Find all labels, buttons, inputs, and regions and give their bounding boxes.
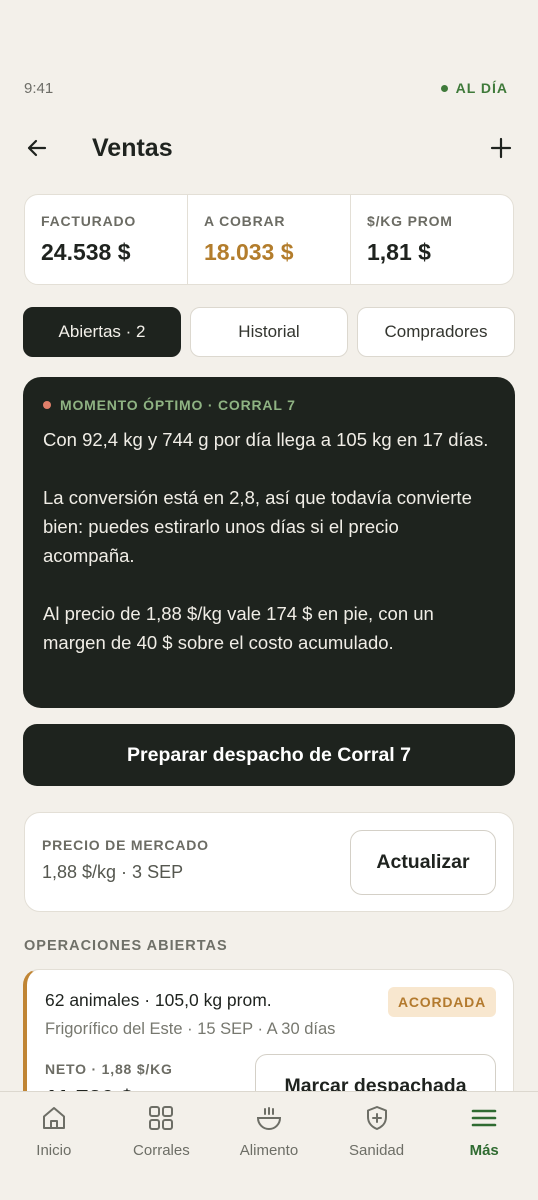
page-title: Ventas bbox=[92, 133, 173, 162]
market-price-card: PRECIO DE MERCADO 1,88 $/kg · 3 SEP Actu… bbox=[24, 812, 514, 912]
arrow-left-icon bbox=[27, 139, 47, 157]
status-bar: 9:41 AL DÍA bbox=[24, 78, 508, 98]
insight-tag: MOMENTO ÓPTIMO · CORRAL 7 bbox=[43, 397, 495, 413]
sync-label: AL DÍA bbox=[455, 80, 508, 96]
nav-alimento[interactable]: Alimento bbox=[215, 1092, 323, 1200]
insight-paragraph: Al precio de 1,88 $/kg vale 174 $ en pie… bbox=[43, 603, 434, 653]
optimal-moment-card: MOMENTO ÓPTIMO · CORRAL 7 Con 92,4 kg y … bbox=[23, 377, 515, 708]
insight-paragraph: Con 92,4 kg y 744 g por día llega a 105 … bbox=[43, 429, 489, 450]
stat-a-cobrar: A COBRAR 18.033 $ bbox=[188, 195, 351, 284]
nav-label: Alimento bbox=[239, 1142, 299, 1159]
grid-icon bbox=[149, 1106, 174, 1130]
nav-label: Más bbox=[469, 1142, 499, 1159]
insight-tag-label: MOMENTO ÓPTIMO · CORRAL 7 bbox=[60, 397, 296, 413]
stat-label: $/KG PROM bbox=[367, 213, 453, 229]
nav-corrales[interactable]: Corrales bbox=[108, 1092, 216, 1200]
operation-subtitle: Frigorífico del Este · 15 SEP · A 30 día… bbox=[45, 1020, 336, 1038]
nav-mas[interactable]: Más bbox=[430, 1092, 538, 1200]
add-sale-button[interactable] bbox=[488, 135, 514, 161]
sync-status: AL DÍA bbox=[440, 80, 508, 96]
nav-sanidad[interactable]: Sanidad bbox=[323, 1092, 431, 1200]
stat-label: A COBRAR bbox=[204, 213, 286, 229]
alert-dot-icon bbox=[43, 401, 51, 409]
nav-label: Sanidad bbox=[349, 1142, 405, 1159]
back-button[interactable] bbox=[24, 135, 50, 161]
stat-value: 24.538 $ bbox=[41, 239, 131, 265]
sales-tabs: Abiertas · 2 Historial Compradores bbox=[23, 307, 515, 357]
tab-historial[interactable]: Historial bbox=[190, 307, 348, 357]
stat-facturado: FACTURADO 24.538 $ bbox=[25, 195, 188, 284]
menu-icon bbox=[471, 1109, 497, 1127]
status-time: 9:41 bbox=[24, 79, 54, 97]
tab-abiertas[interactable]: Abiertas · 2 bbox=[23, 307, 181, 357]
prepare-dispatch-button[interactable]: Preparar despacho de Corral 7 bbox=[23, 724, 515, 786]
plus-icon bbox=[490, 137, 512, 159]
stat-label: FACTURADO bbox=[41, 213, 137, 229]
stat-kg-prom: $/KG PROM 1,81 $ bbox=[351, 195, 513, 284]
nav-inicio[interactable]: Inicio bbox=[0, 1092, 108, 1200]
shield-plus-icon bbox=[366, 1106, 387, 1130]
page-header: Ventas bbox=[24, 128, 514, 168]
update-price-button[interactable]: Actualizar bbox=[350, 830, 496, 895]
tab-compradores[interactable]: Compradores bbox=[357, 307, 515, 357]
feed-bowl-icon bbox=[256, 1107, 281, 1130]
bottom-navigation: Inicio Corrales Alimento Sanidad Más bbox=[0, 1091, 538, 1200]
sales-summary: FACTURADO 24.538 $ A COBRAR 18.033 $ $/K… bbox=[24, 194, 514, 285]
insight-paragraph: La conversión está en 2,8, así que todav… bbox=[43, 487, 472, 566]
status-badge: ACORDADA bbox=[387, 987, 496, 1017]
open-operations-heading: OPERACIONES ABIERTAS bbox=[24, 938, 228, 954]
sync-dot-icon bbox=[440, 84, 448, 92]
stat-value: 18.033 $ bbox=[204, 239, 294, 265]
stat-value: 1,81 $ bbox=[367, 239, 431, 265]
home-icon bbox=[42, 1107, 65, 1129]
nav-label: Corrales bbox=[133, 1142, 190, 1159]
nav-label: Inicio bbox=[36, 1142, 72, 1159]
